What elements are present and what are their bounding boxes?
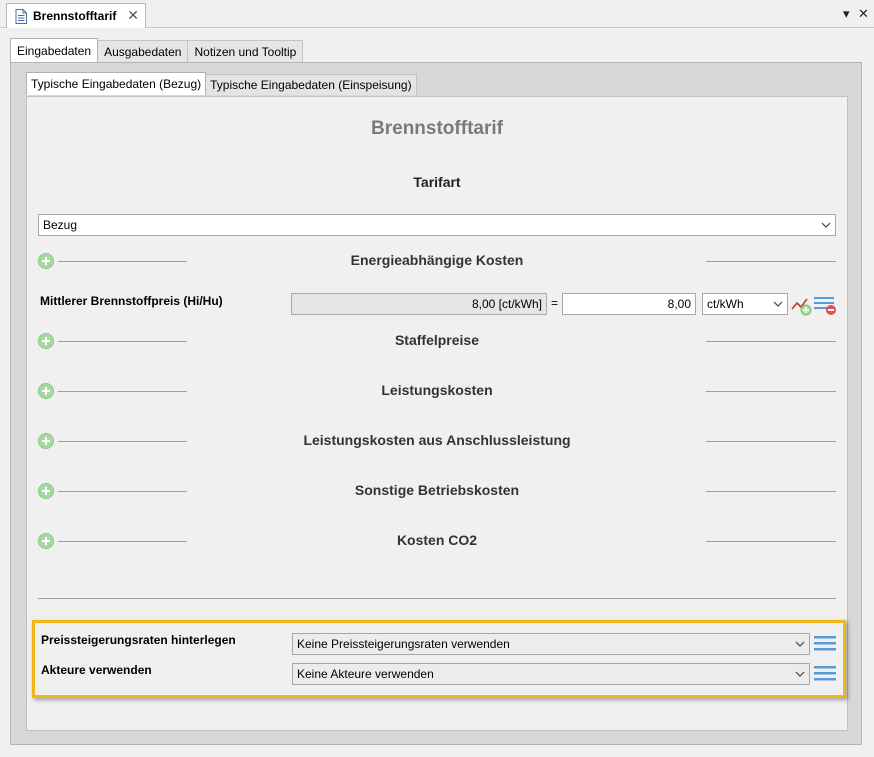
preissteigerungsraten-label: Preissteigerungsraten hinterlegen (41, 633, 236, 647)
chevron-down-icon (795, 641, 805, 647)
tab-ausgabedaten[interactable]: Ausgabedaten (97, 40, 189, 62)
section-staffelpreise: Staffelpreise (38, 331, 836, 351)
editor-tab[interactable]: Brennstofftarif ✕ (6, 3, 146, 28)
unit-value: ct/kWh (707, 297, 744, 311)
akteure-value: Keine Akteure verwenden (297, 667, 434, 681)
list-icon[interactable] (814, 665, 836, 683)
tab-typische-eingabedaten-einspeisung[interactable]: Typische Eingabedaten (Einspeisung) (205, 74, 417, 95)
preissteigerungsraten-select[interactable]: Keine Preissteigerungsraten verwenden (292, 633, 810, 655)
page-title: Brennstofftarif (371, 118, 503, 139)
divider (706, 491, 836, 492)
unit-select[interactable]: ct/kWh (702, 293, 788, 315)
equals-sign: = (551, 296, 559, 310)
chart-add-icon[interactable] (791, 294, 813, 316)
divider (706, 441, 836, 442)
section-title: Sonstige Betriebskosten (354, 482, 520, 498)
section-title: Kosten CO2 (396, 532, 478, 548)
tarifart-select[interactable]: Bezug (38, 214, 836, 236)
menu-arrow-icon[interactable]: ▾ (843, 6, 850, 22)
highlight-box (32, 620, 846, 698)
brennstoffpreis-computed: 8,00 [ct/kWh] (291, 293, 547, 315)
divider (706, 541, 836, 542)
tab-typische-eingabedaten-bezug[interactable]: Typische Eingabedaten (Bezug) (26, 72, 207, 95)
divider (706, 341, 836, 342)
chevron-down-icon (773, 301, 783, 307)
brennstoffpreis-label: Mittlerer Brennstoffpreis (Hi/Hu) (40, 294, 223, 308)
list-icon[interactable] (814, 635, 836, 653)
close-icon[interactable]: ✕ (127, 7, 139, 24)
section-title: Leistungskosten (381, 382, 493, 398)
chevron-down-icon (821, 222, 831, 228)
brennstoffpreis-input[interactable]: 8,00 (562, 293, 696, 315)
tab-eingabedaten[interactable]: Eingabedaten (10, 38, 99, 62)
tab-notizen-tooltip[interactable]: Notizen und Tooltip (187, 40, 304, 62)
editor-tab-bar: Brennstofftarif ✕ ▾ ✕ (0, 0, 874, 28)
section-title: Leistungskosten aus Anschlussleistung (303, 432, 571, 448)
section-leistungskosten-anschlussleistung: Leistungskosten aus Anschlussleistung (38, 431, 836, 451)
list-remove-icon[interactable] (814, 294, 838, 316)
inner-tab-strip: Typische Eingabedaten (Bezug) Typische E… (26, 72, 417, 96)
divider (706, 391, 836, 392)
divider (38, 598, 836, 599)
section-title: Energieabhängige Kosten (350, 252, 524, 268)
outer-tab-strip: Eingabedaten Ausgabedaten Notizen und To… (10, 38, 304, 62)
akteure-label: Akteure verwenden (41, 663, 152, 677)
section-kosten-co2: Kosten CO2 (38, 531, 836, 551)
tarifart-value: Bezug (43, 218, 78, 232)
section-leistungskosten: Leistungskosten (38, 381, 836, 401)
editor-tab-title: Brennstofftarif (33, 9, 117, 23)
preissteigerungsraten-value: Keine Preissteigerungsraten verwenden (297, 637, 510, 651)
divider (706, 261, 836, 262)
close-view-icon[interactable]: ✕ (858, 6, 869, 22)
akteure-select[interactable]: Keine Akteure verwenden (292, 663, 810, 685)
section-title: Staffelpreise (394, 332, 480, 348)
section-sonstige-betriebskosten: Sonstige Betriebskosten (38, 481, 836, 501)
document-icon (15, 8, 27, 24)
chevron-down-icon (795, 671, 805, 677)
tarifart-label: Tarifart (413, 174, 461, 190)
section-energieabhaengige-kosten: Energieabhängige Kosten (38, 251, 836, 271)
